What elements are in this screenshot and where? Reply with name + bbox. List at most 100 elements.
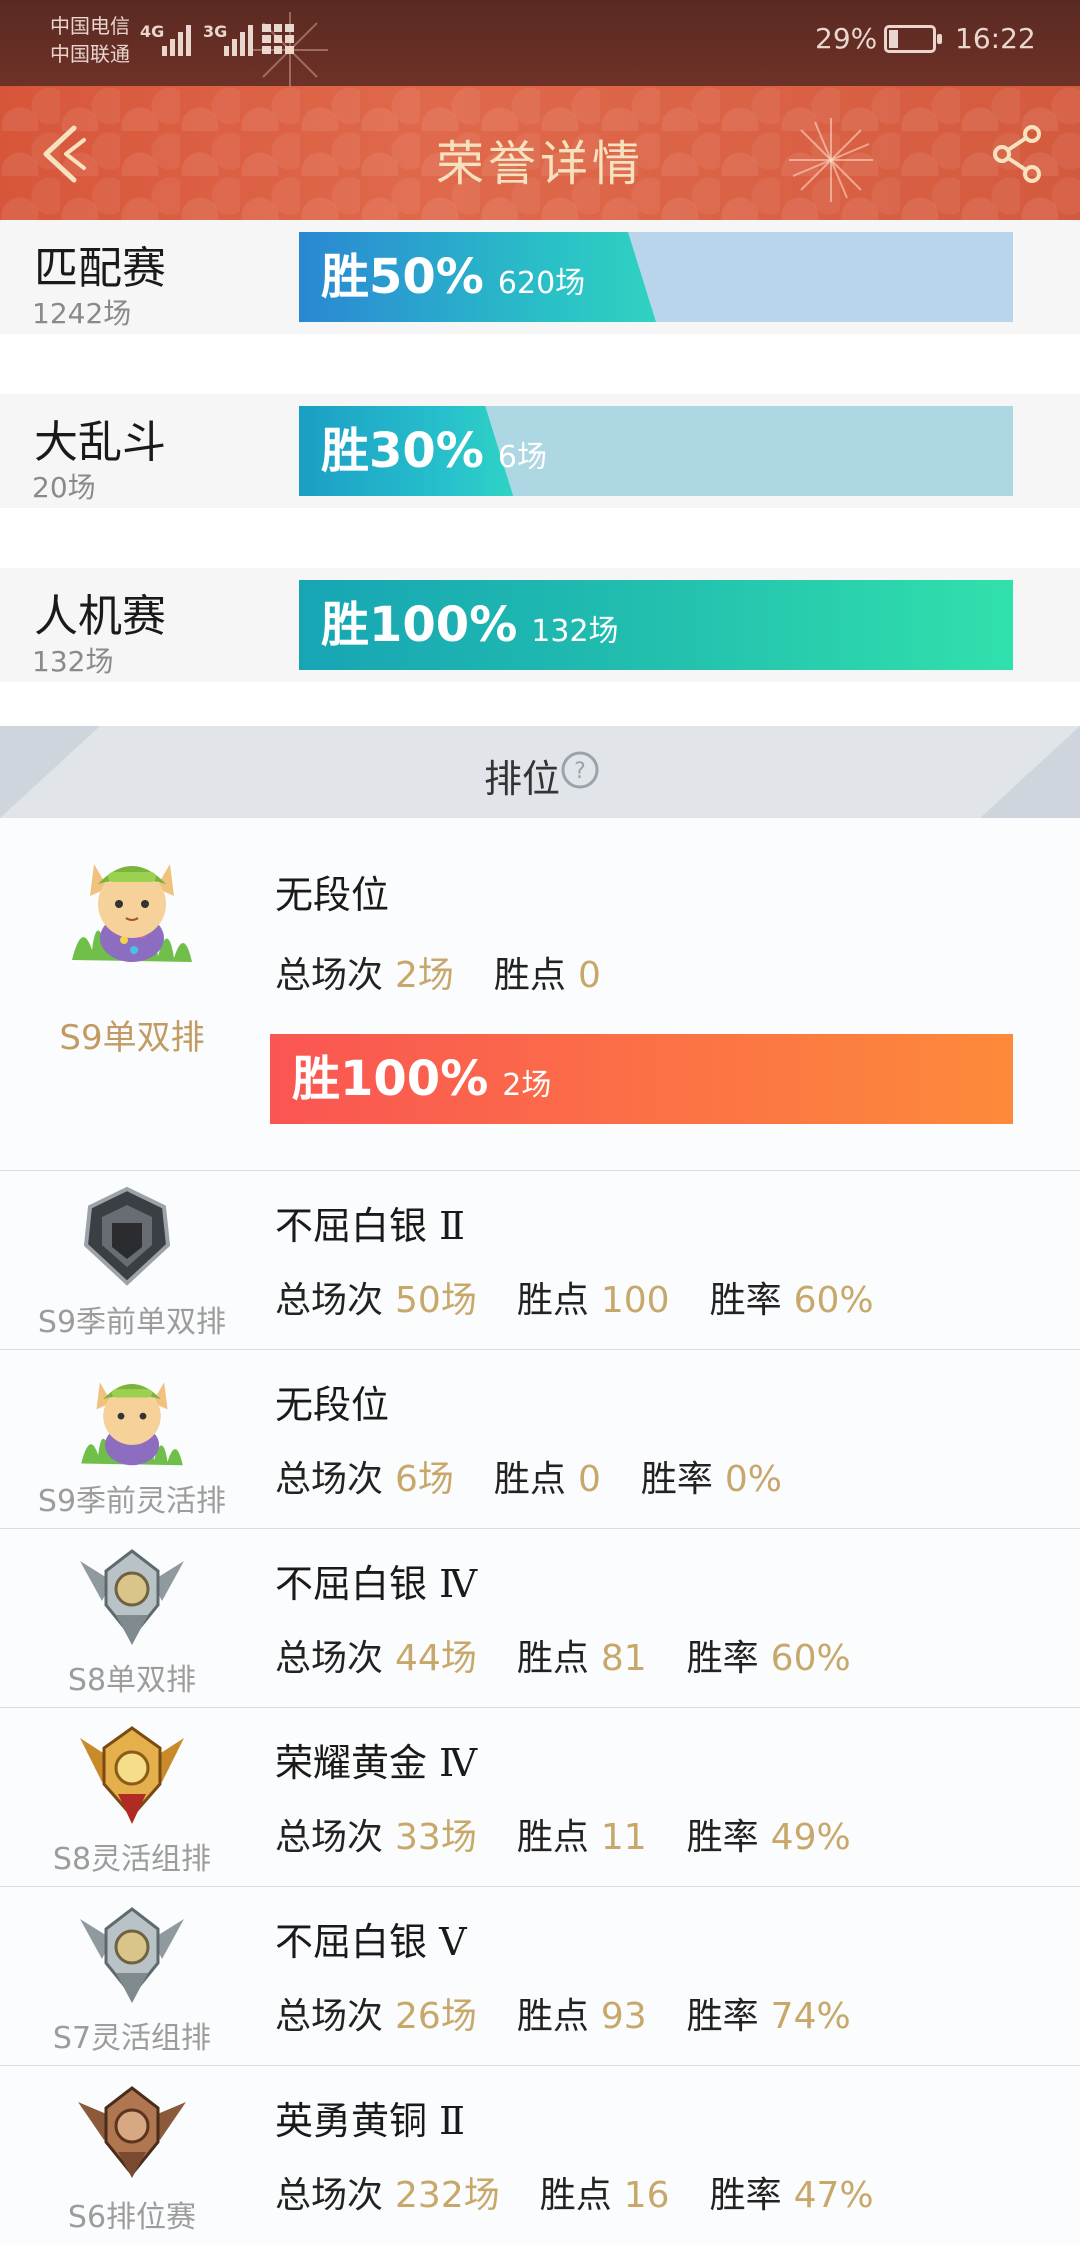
games-value: 2场 (395, 955, 454, 996)
rank-tier: 英勇黄铜 Ⅱ (275, 2099, 465, 2143)
win-games: 620场 (497, 266, 586, 301)
teemo-avatar-icon (72, 864, 192, 962)
games-label: 总场次 (275, 1638, 384, 1679)
lp-value: 16 (623, 2175, 670, 2216)
season-stats: 总场次 6场 胜点 0 胜率 0% (275, 1450, 822, 1502)
silver-emblem-icon (72, 1541, 192, 1655)
clock: 16:22 (955, 22, 1036, 55)
signal-1-icon (162, 18, 191, 56)
mode-row-match[interactable]: 匹配赛 1242场 胜50% 620场 (0, 220, 1080, 334)
rank-tier: 荣耀黄金 Ⅳ (275, 1741, 478, 1785)
season-history-row[interactable]: S6排位赛 英勇黄铜 Ⅱ 总场次 232场 胜点 16 胜率 47% (0, 2065, 1080, 2244)
mode-total-games: 20场 (32, 471, 96, 504)
bronze-emblem-icon (72, 2078, 192, 2192)
mode-name: 人机赛 (34, 591, 166, 642)
season-name: S6排位赛 (67, 2200, 197, 2235)
games-label: 总场次 (275, 1817, 384, 1858)
mode-row-bot[interactable]: 人机赛 132场 胜100% 132场 (0, 568, 1080, 682)
season-name: S7灵活组排 (52, 2021, 212, 2056)
win-games: 6场 (497, 440, 547, 475)
lp-label: 胜点 (539, 2175, 612, 2216)
season-stats: 总场次 26场 胜点 93 胜率 74% (275, 1987, 891, 2039)
current-season-card[interactable]: S9单双排 无段位 总场次 2场 胜点 0 胜100% 2场 (0, 818, 1080, 1170)
games-label: 总场次 (275, 1459, 384, 1500)
header-bar: 荣誉详情 (0, 86, 1080, 220)
mode-total-games: 1242场 (32, 297, 132, 330)
winrate-value: 74% (770, 1996, 851, 2037)
win-percent: 胜100% (292, 1051, 489, 1107)
rank-tier: 无段位 (275, 873, 390, 917)
season-name: S8灵活组排 (52, 1842, 212, 1877)
firework-icon (252, 12, 328, 88)
winrate-label: 胜率 (686, 1638, 759, 1679)
games-value: 33场 (395, 1817, 477, 1858)
games-value: 44场 (395, 1638, 477, 1679)
network-type-1: 4G (140, 22, 165, 41)
win-games: 132场 (531, 614, 619, 649)
teemo-avatar-icon (72, 1362, 192, 1476)
mode-total-games: 132场 (32, 645, 114, 678)
rank-tier: 不屈白银 Ⅳ (275, 1562, 478, 1606)
games-value: 50场 (395, 1280, 477, 1321)
season-history-row[interactable]: S9季前灵活排 无段位 总场次 6场 胜点 0 胜率 0% (0, 1349, 1080, 1528)
winrate-label: 胜率 (640, 1459, 713, 1500)
season-stats: 总场次 50场 胜点 100 胜率 60% (275, 1271, 914, 1323)
lp-value: 81 (600, 1638, 647, 1679)
battery-icon (884, 25, 942, 53)
win-percent: 胜100% (321, 597, 518, 653)
season-stats: 总场次 232场 胜点 16 胜率 47% (275, 2166, 914, 2218)
season-stats: 总场次 33场 胜点 11 胜率 49% (275, 1808, 891, 1860)
lp-label: 胜点 (493, 1459, 566, 1500)
share-icon[interactable] (990, 124, 1046, 184)
lp-value: 11 (600, 1817, 647, 1858)
lp-value: 0 (577, 955, 601, 996)
games-label: 总场次 (275, 1996, 384, 2037)
games-label: 总场次 (275, 2175, 384, 2216)
win-rate-bar[interactable]: 胜100% 132场 (299, 580, 1013, 670)
silver-emblem-icon (72, 1899, 192, 2013)
winrate-value: 60% (793, 1280, 874, 1321)
season-name: S9季前单双排 (37, 1305, 227, 1340)
winrate-value: 49% (770, 1817, 851, 1858)
status-bar: 中国电信 中国联通 4G 3G 29% 16:22 (0, 0, 1080, 88)
svg-text:?: ? (574, 759, 586, 784)
games-label: 总场次 (275, 955, 384, 996)
season-name: S9单双排 (59, 1018, 205, 1058)
season-name: S9季前灵活排 (37, 1484, 227, 1519)
lp-value: 100 (600, 1280, 670, 1321)
winrate-label: 胜率 (686, 1817, 759, 1858)
ranked-win-rate-bar[interactable]: 胜100% 2场 (270, 1034, 1013, 1124)
win-rate-bar[interactable]: 胜50% 620场 (299, 232, 1013, 322)
season-history-row[interactable]: S7灵活组排 不屈白银 Ⅴ 总场次 26场 胜点 93 胜率 74% (0, 1886, 1080, 2065)
help-circle-icon[interactable]: ? (560, 750, 600, 790)
iron-emblem-icon (72, 1183, 182, 1297)
win-percent: 胜30% (321, 423, 484, 479)
mode-row-aram[interactable]: 大乱斗 20场 胜30% 6场 (0, 394, 1080, 508)
lp-value: 93 (600, 1996, 647, 2037)
ranked-section-header: 排位 ? (0, 726, 1080, 818)
winrate-label: 胜率 (686, 1996, 759, 2037)
page-title: 荣誉详情 (435, 136, 644, 192)
gold-emblem-icon (72, 1720, 192, 1834)
rank-tier: 不屈白银 Ⅴ (275, 1920, 467, 1964)
lp-label: 胜点 (516, 1638, 589, 1679)
mode-name: 大乱斗 (34, 417, 166, 468)
season-history-row[interactable]: S8灵活组排 荣耀黄金 Ⅳ 总场次 33场 胜点 11 胜率 49% (0, 1707, 1080, 1886)
win-percent: 胜50% (321, 249, 484, 305)
winrate-value: 60% (770, 1638, 851, 1679)
lp-label: 胜点 (516, 1817, 589, 1858)
lp-label: 胜点 (493, 955, 566, 996)
winrate-label: 胜率 (709, 2175, 782, 2216)
season-history-row[interactable]: S8单双排 不屈白银 Ⅳ 总场次 44场 胜点 81 胜率 60% (0, 1528, 1080, 1707)
winrate-value: 0% (724, 1459, 782, 1500)
season-stats: 总场次 44场 胜点 81 胜率 60% (275, 1629, 891, 1681)
rank-tier: 无段位 (275, 1383, 390, 1427)
firework-decoration-icon (789, 118, 873, 202)
win-games: 2场 (502, 1068, 552, 1103)
win-rate-bar[interactable]: 胜30% 6场 (299, 406, 1013, 496)
games-value: 232场 (395, 2175, 500, 2216)
winrate-label: 胜率 (709, 1280, 782, 1321)
season-history-row[interactable]: S9季前单双排 不屈白银 Ⅱ 总场次 50场 胜点 100 胜率 60% (0, 1170, 1080, 1349)
lp-value: 0 (577, 1459, 601, 1500)
lp-label: 胜点 (516, 1996, 589, 2037)
